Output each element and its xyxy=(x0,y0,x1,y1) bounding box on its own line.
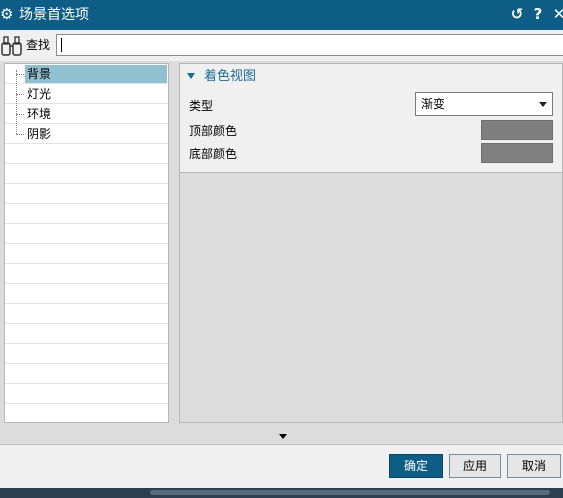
bottom-color-label: 底部颜色 xyxy=(189,147,238,161)
window-title: 场景首选项 xyxy=(19,7,89,23)
tree-item-label: 环境 xyxy=(27,107,52,121)
type-select-value: 渐变 xyxy=(421,97,446,111)
tree-row xyxy=(5,164,168,184)
tree-item-label: 阴影 xyxy=(27,127,52,141)
tree-row xyxy=(5,284,168,304)
expand-arrow-icon[interactable] xyxy=(279,434,287,439)
settings-panel: 着色视图 类型 渐变 顶部颜色 底部颜色 xyxy=(179,63,563,423)
shaded-view-group: 着色视图 类型 渐变 顶部颜色 底部颜色 xyxy=(180,64,562,173)
help-icon[interactable]: ? xyxy=(530,4,546,24)
tree-row xyxy=(5,204,168,224)
tree-row xyxy=(5,404,168,422)
background-window-strip xyxy=(0,488,563,498)
tree-row xyxy=(5,384,168,404)
title-bar: ⚙ 场景首选项 ↺ ? ✕ xyxy=(0,0,563,30)
tree-item-shadow[interactable]: 阴影 xyxy=(5,124,168,144)
tree-item-environment[interactable]: 环境 xyxy=(5,104,168,124)
top-color-swatch[interactable] xyxy=(481,120,553,140)
tree-row xyxy=(5,324,168,344)
cancel-button[interactable]: 取消 xyxy=(507,454,561,478)
type-select[interactable]: 渐变 xyxy=(415,92,553,116)
type-label: 类型 xyxy=(189,99,214,113)
search-label: 查找 xyxy=(26,38,51,52)
search-bar: 查找 xyxy=(0,30,563,61)
close-icon[interactable]: ✕ xyxy=(551,4,563,24)
tree-item-label: 灯光 xyxy=(27,87,52,101)
bottom-color-swatch[interactable] xyxy=(481,143,553,163)
text-caret xyxy=(61,38,62,52)
tree-row xyxy=(5,364,168,384)
tree-row xyxy=(5,304,168,324)
top-color-label: 顶部颜色 xyxy=(189,124,238,138)
tree-row xyxy=(5,224,168,244)
dialog-footer: 确定 应用 取消 xyxy=(0,444,563,489)
tree-row xyxy=(5,184,168,204)
gear-icon: ⚙ xyxy=(0,5,14,23)
tree-item-label: 背景 xyxy=(25,65,167,83)
search-input[interactable] xyxy=(56,34,563,56)
group-title[interactable]: 着色视图 xyxy=(204,68,256,86)
category-tree: 背景 灯光 环境 阴影 xyxy=(4,63,169,423)
tree-row xyxy=(5,264,168,284)
ok-button[interactable]: 确定 xyxy=(389,454,443,478)
background-highlight xyxy=(150,490,550,495)
chevron-down-icon xyxy=(539,102,547,107)
tree-row xyxy=(5,344,168,364)
reset-icon[interactable]: ↺ xyxy=(509,4,525,24)
tree-item-background[interactable]: 背景 xyxy=(5,64,168,84)
tree-item-lighting[interactable]: 灯光 xyxy=(5,84,168,104)
collapse-triangle-icon[interactable] xyxy=(187,73,195,79)
tree-row xyxy=(5,244,168,264)
tree-row xyxy=(5,144,168,164)
binoculars-icon[interactable] xyxy=(0,35,24,57)
apply-button[interactable]: 应用 xyxy=(449,454,501,478)
